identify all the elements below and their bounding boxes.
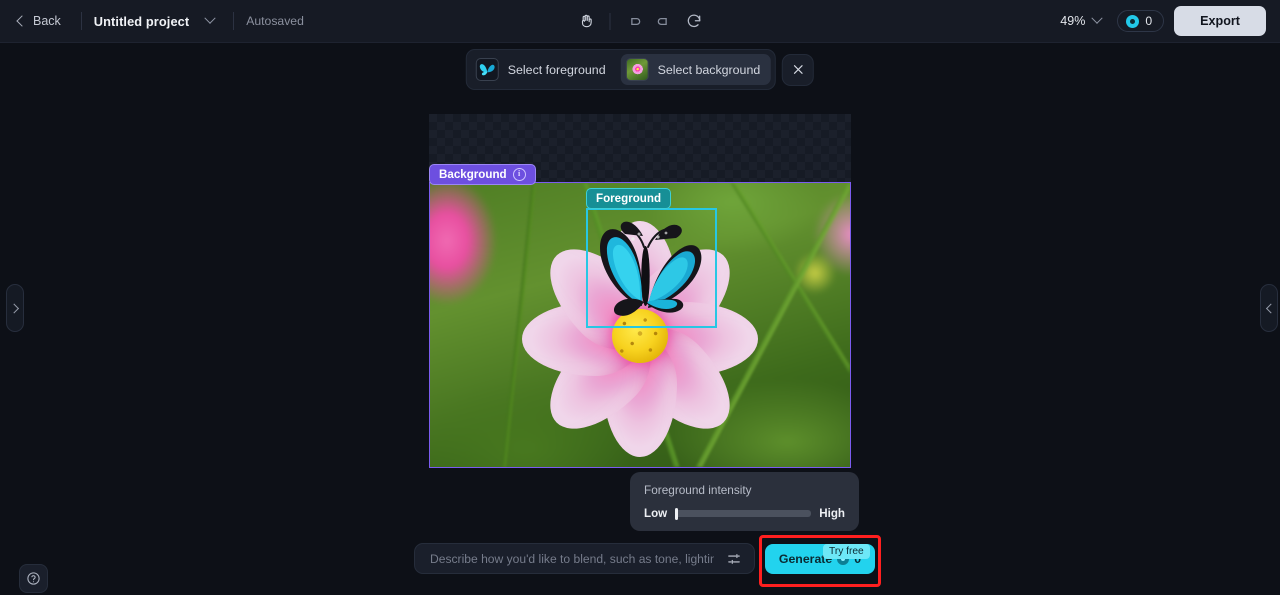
prompt-input[interactable] bbox=[428, 550, 716, 567]
close-icon bbox=[793, 65, 803, 74]
foreground-layer-butterfly[interactable] bbox=[586, 214, 714, 320]
intensity-slider[interactable] bbox=[675, 508, 812, 520]
back-button[interactable]: Back bbox=[14, 9, 69, 33]
credits-value: 0 bbox=[1145, 14, 1153, 28]
divider bbox=[233, 12, 235, 30]
undo-icon[interactable] bbox=[620, 7, 648, 35]
generate-button[interactable]: Generate 0 bbox=[765, 544, 875, 574]
sliders-icon[interactable] bbox=[724, 549, 744, 569]
left-panel-toggle[interactable] bbox=[6, 284, 24, 332]
top-bar-right: 49% 0 Export bbox=[1052, 0, 1266, 42]
project-name[interactable]: Untitled project bbox=[94, 14, 189, 29]
top-bar-left: Back Untitled project Autosaved bbox=[0, 0, 304, 42]
zoom-level: 49% bbox=[1060, 14, 1086, 28]
foreground-badge-label: Foreground bbox=[596, 192, 662, 205]
back-button-label: Back bbox=[33, 14, 61, 28]
project-menu-button[interactable] bbox=[199, 10, 221, 32]
top-bar: Back Untitled project Autosaved 49% 0 Ex… bbox=[0, 0, 1280, 43]
butterfly-thumbnail bbox=[475, 58, 499, 81]
zoom-control[interactable]: 49% bbox=[1052, 10, 1107, 32]
info-icon[interactable]: i bbox=[512, 168, 526, 181]
intensity-high-label: High bbox=[819, 507, 845, 520]
prompt-bar bbox=[414, 543, 755, 574]
flower-thumbnail bbox=[625, 58, 649, 81]
foreground-intensity-panel: Foreground intensity Low High bbox=[630, 472, 859, 531]
right-panel-toggle[interactable] bbox=[1260, 284, 1278, 332]
divider bbox=[80, 12, 82, 30]
top-bar-tools bbox=[573, 0, 708, 42]
credits-badge[interactable]: 0 bbox=[1117, 10, 1165, 32]
help-button[interactable] bbox=[19, 564, 48, 593]
background-layer-badge[interactable]: Background i bbox=[429, 164, 536, 185]
intensity-title: Foreground intensity bbox=[644, 483, 752, 497]
coin-icon bbox=[1126, 14, 1140, 28]
select-foreground-button[interactable]: Select foreground bbox=[471, 54, 617, 85]
generate-label: Generate bbox=[778, 552, 833, 566]
reset-icon[interactable] bbox=[680, 7, 708, 35]
redo-icon[interactable] bbox=[650, 7, 678, 35]
chevron-down-icon bbox=[1091, 12, 1103, 24]
background-badge-label: Background bbox=[439, 168, 507, 181]
help-icon bbox=[27, 572, 40, 585]
select-background-label: Select background bbox=[657, 62, 761, 77]
selection-mode-bar: Select foreground Select background bbox=[465, 49, 815, 90]
intensity-low-label: Low bbox=[644, 507, 668, 520]
foreground-layer-badge[interactable]: Foreground bbox=[586, 188, 672, 209]
chevron-right-icon bbox=[8, 303, 19, 313]
divider bbox=[609, 12, 611, 30]
coin-icon bbox=[837, 553, 850, 565]
selection-mode-group: Select foreground Select background bbox=[465, 49, 777, 90]
select-foreground-label: Select foreground bbox=[507, 62, 606, 77]
intensity-slider-thumb[interactable] bbox=[675, 508, 679, 520]
chevron-left-icon bbox=[16, 15, 28, 27]
close-button[interactable] bbox=[782, 53, 815, 86]
chevron-down-icon bbox=[204, 12, 216, 24]
autosave-status: Autosaved bbox=[246, 14, 304, 28]
export-button[interactable]: Export bbox=[1174, 6, 1266, 36]
hand-tool-icon[interactable] bbox=[573, 7, 601, 35]
select-background-button[interactable]: Select background bbox=[620, 54, 772, 85]
chevron-left-icon bbox=[1265, 303, 1276, 313]
intensity-slider-row: Low High bbox=[644, 507, 845, 520]
generate-cost: 0 bbox=[854, 552, 862, 566]
